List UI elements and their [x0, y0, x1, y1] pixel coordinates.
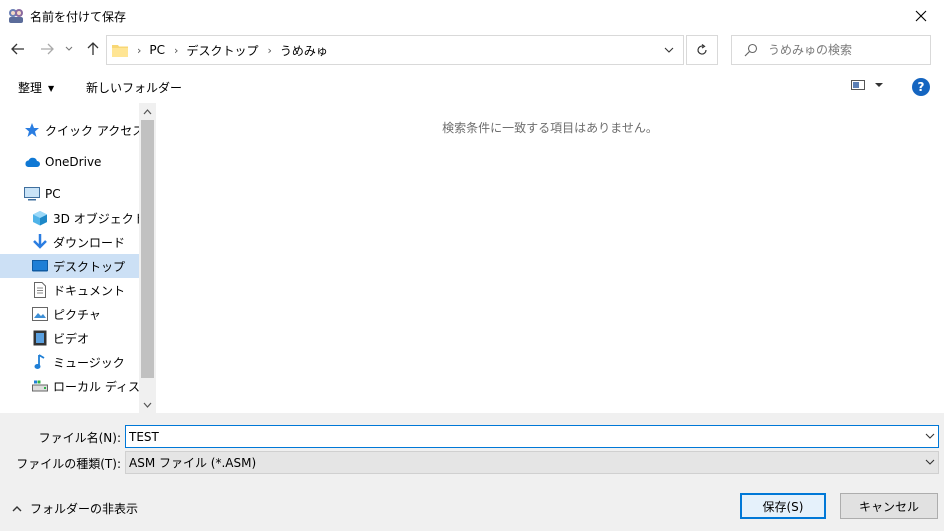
filetype-select[interactable]: ASM ファイル (*.ASM): [125, 451, 939, 474]
recent-locations-button[interactable]: [62, 39, 76, 59]
breadcrumb-current-folder[interactable]: うめみゅ: [280, 42, 328, 59]
sidebar-item-3d-objects[interactable]: 3D オブジェクト: [0, 206, 139, 230]
sidebar-item-label: ビデオ: [53, 331, 90, 346]
sidebar-item-label: ダウンロード: [53, 235, 126, 250]
sidebar-item-label: 3D オブジェクト: [53, 211, 139, 226]
app-icon: [9, 9, 23, 23]
command-toolbar: 整理 ▼ 新しいフォルダー: [0, 72, 944, 102]
up-arrow-icon: [87, 42, 99, 55]
chevron-down-icon: [664, 47, 674, 53]
chevron-down-icon: [65, 46, 73, 51]
dropdown-arrow-icon: ▼: [48, 84, 55, 93]
sidebar-item-downloads[interactable]: ダウンロード: [0, 230, 139, 254]
chevron-up-icon: [143, 108, 152, 114]
change-view-button[interactable]: [851, 79, 887, 91]
sidebar-item-label: クイック アクセス: [45, 123, 139, 138]
chevron-down-icon: [875, 83, 883, 87]
sidebar-item-label: ローカル ディスク (C: [53, 379, 139, 394]
sidebar-item-label: デスクトップ: [53, 259, 126, 274]
desktop-icon: [32, 258, 48, 274]
filetype-value: ASM ファイル (*.ASM): [129, 456, 257, 470]
filename-field[interactable]: [125, 425, 939, 448]
hide-folders-label: フォルダーの非表示: [30, 502, 139, 516]
refresh-icon: [697, 44, 707, 55]
sidebar-item-desktop[interactable]: デスクトップ: [0, 254, 139, 278]
forward-arrow-icon: [41, 43, 54, 55]
back-button[interactable]: [8, 39, 28, 59]
question-icon: ?: [917, 80, 925, 94]
video-icon: [32, 330, 48, 346]
sidebar-item-music[interactable]: ミュージック: [0, 350, 139, 374]
navigation-pane[interactable]: クイック アクセス OneDrive PC 3D オブジェクト ダウンロード デ…: [0, 103, 156, 413]
up-button[interactable]: [83, 39, 103, 59]
computer-icon: [24, 186, 40, 202]
picture-icon: [32, 306, 48, 322]
file-list-area[interactable]: 検索条件に一致する項目はありません。: [156, 103, 944, 413]
sidebar-item-documents[interactable]: ドキュメント: [0, 278, 139, 302]
cloud-icon: [24, 154, 40, 170]
chevron-down-icon: [143, 402, 152, 408]
window-title: 名前を付けて保存: [30, 10, 127, 24]
sidebar-item-pictures[interactable]: ピクチャ: [0, 302, 139, 326]
search-input[interactable]: [768, 43, 918, 57]
music-note-icon: [32, 354, 48, 370]
chevron-down-icon[interactable]: [925, 431, 935, 441]
folder-icon: [112, 45, 128, 57]
organize-label: 整理: [18, 81, 43, 95]
sidebar-item-label: ドキュメント: [53, 283, 126, 298]
document-icon: [32, 282, 48, 298]
sidebar-item-label: ピクチャ: [53, 307, 101, 322]
download-arrow-icon: [32, 234, 48, 250]
scroll-down-button[interactable]: [139, 396, 156, 413]
empty-folder-message: 検索条件に一致する項目はありません。: [442, 121, 658, 135]
save-button[interactable]: 保存(S): [740, 493, 826, 519]
breadcrumb-separator[interactable]: ›: [267, 44, 271, 57]
organize-menu-button[interactable]: 整理 ▼: [18, 79, 54, 96]
scrollbar-thumb[interactable]: [141, 120, 154, 378]
sidebar-item-label: ミュージック: [53, 355, 125, 370]
disk-drive-icon: [32, 378, 48, 394]
breadcrumb-pc[interactable]: PC: [149, 43, 165, 57]
address-dropdown-button[interactable]: [655, 36, 683, 64]
sidebar-item-pc[interactable]: PC: [0, 182, 139, 206]
breadcrumb-desktop[interactable]: デスクトップ: [186, 42, 258, 59]
sidebar-item-label: PC: [45, 187, 61, 201]
filename-input[interactable]: [126, 429, 906, 444]
title-bar: 名前を付けて保存: [0, 0, 944, 31]
refresh-button[interactable]: [686, 35, 718, 65]
search-icon: [744, 43, 758, 57]
sidebar-item-videos[interactable]: ビデオ: [0, 326, 139, 350]
filename-label: ファイル名(N):: [38, 431, 121, 445]
forward-button[interactable]: [37, 39, 57, 59]
back-arrow-icon: [11, 43, 24, 55]
chevron-up-icon: [12, 506, 22, 512]
close-icon: [915, 10, 927, 21]
close-button[interactable]: [898, 0, 944, 31]
filetype-label: ファイルの種類(T):: [16, 457, 121, 471]
navigation-pane-scrollbar[interactable]: [139, 103, 156, 413]
sidebar-item-label: OneDrive: [45, 155, 102, 169]
hide-folders-toggle[interactable]: フォルダーの非表示: [12, 500, 138, 517]
scroll-up-button[interactable]: [139, 103, 156, 120]
cube-3d-icon: [32, 210, 48, 226]
new-folder-button[interactable]: 新しいフォルダー: [86, 79, 182, 96]
sidebar-item-local-disk[interactable]: ローカル ディスク (C: [0, 374, 139, 398]
star-pin-icon: [24, 122, 40, 138]
breadcrumb-separator[interactable]: ›: [174, 44, 178, 57]
sidebar-item-quick-access[interactable]: クイック アクセス: [0, 118, 139, 142]
breadcrumb-separator: ›: [137, 43, 142, 57]
search-box[interactable]: [731, 35, 931, 65]
view-icon: [851, 80, 865, 90]
address-bar[interactable]: › PC › デスクトップ › うめみゅ: [106, 35, 684, 65]
sidebar-item-onedrive[interactable]: OneDrive: [0, 150, 139, 174]
chevron-down-icon: [925, 459, 935, 465]
cancel-button[interactable]: キャンセル: [840, 493, 938, 519]
help-button[interactable]: ?: [912, 78, 930, 96]
